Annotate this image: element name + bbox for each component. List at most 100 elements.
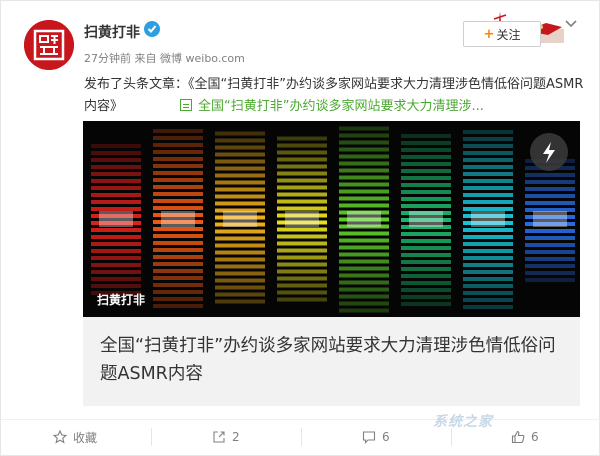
repost-button[interactable]: 2 (212, 420, 240, 454)
equalizer-glow (347, 211, 381, 227)
equalizer-bar (463, 291, 513, 295)
favorite-button[interactable]: 收藏 (53, 420, 97, 454)
equalizer-bar (91, 228, 141, 232)
like-button[interactable]: 6 (511, 420, 539, 454)
equalizer-bar (277, 157, 327, 162)
equalizer-bar (463, 172, 513, 176)
equalizer-bar (401, 232, 451, 236)
equalizer-bar (153, 255, 203, 259)
equalizer-bar (153, 199, 203, 203)
equalizer-bar (463, 263, 513, 267)
equalizer-bar (277, 234, 327, 239)
equalizer-bar (463, 165, 513, 169)
equalizer-bar (91, 256, 141, 260)
seal-logo-icon (24, 20, 74, 70)
equalizer-bar (91, 165, 141, 169)
equalizer-bar (277, 241, 327, 246)
equalizer-bar (401, 176, 451, 180)
equalizer-bar (339, 168, 389, 173)
equalizer-bar (215, 243, 265, 248)
source-prefix: 来自 (134, 52, 157, 65)
equalizer-bar (339, 280, 389, 285)
equalizer-bar (339, 161, 389, 166)
equalizer-bar (401, 204, 451, 208)
equalizer-bar (525, 173, 575, 177)
chevron-down-icon[interactable] (564, 19, 578, 29)
equalizer-bar (401, 281, 451, 285)
equalizer-bar (153, 150, 203, 154)
equalizer-bar (153, 143, 203, 147)
like-count: 6 (531, 430, 539, 444)
divider (151, 428, 152, 446)
equalizer-bar (277, 143, 327, 148)
comment-icon (362, 431, 376, 444)
share-icon (213, 431, 225, 443)
equalizer-bar (463, 235, 513, 239)
equalizer-glow (285, 211, 319, 227)
equalizer-bar (401, 183, 451, 187)
favorite-label: 收藏 (73, 430, 98, 445)
equalizer-bar (339, 273, 389, 278)
equalizer-bar (401, 295, 451, 299)
post-source[interactable]: 微博 weibo.com (160, 52, 245, 65)
avatar[interactable] (24, 20, 74, 70)
equalizer-bar (153, 227, 203, 231)
comment-button[interactable]: 6 (362, 420, 390, 454)
equalizer-bar (401, 239, 451, 243)
article-card[interactable]: 扫黄打非 全国“扫黄打非”办约谈多家网站要求大力清理涉色情低俗问题ASMR内容 (83, 121, 580, 406)
equalizer-bar (153, 297, 203, 301)
article-cover-image[interactable]: 扫黄打非 (83, 121, 580, 317)
equalizer-bar (339, 266, 389, 271)
equalizer-bar (339, 301, 389, 306)
post-time[interactable]: 27分钟前 (84, 52, 131, 65)
equalizer-bar (277, 136, 327, 141)
equalizer-bar (339, 259, 389, 264)
equalizer-bar (463, 277, 513, 281)
equalizer-bar (339, 147, 389, 152)
equalizer-bar (463, 242, 513, 246)
equalizer-bar (277, 227, 327, 232)
equalizer-bar (401, 155, 451, 159)
equalizer-bar (401, 302, 451, 306)
equalizer-bar (215, 257, 265, 262)
equalizer-bar (339, 126, 389, 131)
equalizer-bar (525, 187, 575, 191)
star-icon (53, 430, 67, 444)
equalizer-bar (277, 206, 327, 211)
cover-label: 扫黄打非 (97, 293, 146, 307)
article-link[interactable]: 全国“扫黄打非”办约谈多家网站要求大力清理涉... (180, 96, 484, 118)
equalizer-bar (153, 283, 203, 287)
equalizer-bar (339, 182, 389, 187)
equalizer-bar (91, 270, 141, 274)
equalizer-bar (463, 144, 513, 148)
equalizer-bar (339, 294, 389, 299)
equalizer-bar (153, 262, 203, 266)
equalizer-glow (99, 211, 133, 227)
equalizer-bar (91, 277, 141, 281)
equalizer-glow (471, 211, 505, 227)
equalizer-bar (525, 257, 575, 261)
username[interactable]: 扫黄打非 (84, 22, 140, 42)
follow-button[interactable]: + 关注 (463, 21, 541, 47)
equalizer-bar (215, 152, 265, 157)
equalizer-bar (339, 203, 389, 208)
equalizer-bar (91, 284, 141, 288)
equalizer-glow (223, 211, 257, 227)
equalizer-bar (215, 194, 265, 199)
lightning-icon[interactable] (530, 133, 568, 171)
thumbs-up-icon (511, 430, 525, 444)
equalizer-bar (215, 229, 265, 234)
equalizer-bar (277, 178, 327, 183)
equalizer-bar (215, 131, 265, 136)
equalizer-bar (401, 274, 451, 278)
equalizer-bar (339, 196, 389, 201)
equalizer-bar (215, 201, 265, 206)
equalizer-bar (277, 283, 327, 288)
equalizer-bar (525, 201, 575, 205)
equalizer-glow (161, 211, 195, 227)
equalizer-bar (91, 249, 141, 253)
equalizer-bar (339, 133, 389, 138)
equalizer-bar (215, 264, 265, 269)
equalizer-bar (463, 200, 513, 204)
equalizer-bar (215, 278, 265, 283)
